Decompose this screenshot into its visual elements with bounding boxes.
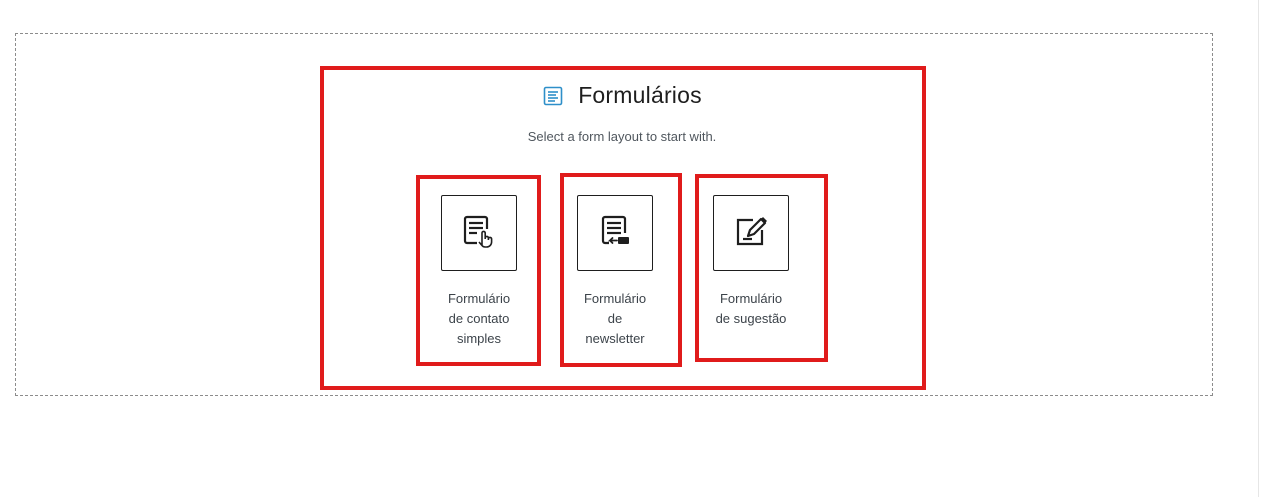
template-sugestao[interactable]: Formulário de sugestão xyxy=(691,195,811,329)
template-newsletter[interactable]: Formulário de newsletter xyxy=(555,195,675,349)
template-button[interactable] xyxy=(441,195,517,271)
template-contato-simples[interactable]: Formulário de contato simples xyxy=(419,195,539,349)
template-button[interactable] xyxy=(713,195,789,271)
form-list-icon xyxy=(542,85,564,107)
editor-sidebar-divider xyxy=(1258,0,1259,497)
template-label: Formulário de contato simples xyxy=(447,291,511,346)
block-subtitle: Select a form layout to start with. xyxy=(527,129,717,144)
template-button[interactable] xyxy=(577,195,653,271)
form-newsletter-icon xyxy=(597,213,633,254)
template-label: Formulário de sugestão xyxy=(715,291,787,326)
block-title: Formulários xyxy=(578,82,702,108)
form-edit-icon xyxy=(733,213,769,254)
block-header: Formulários xyxy=(320,82,924,109)
form-click-icon xyxy=(461,213,497,254)
template-label: Formulário de newsletter xyxy=(583,291,647,346)
